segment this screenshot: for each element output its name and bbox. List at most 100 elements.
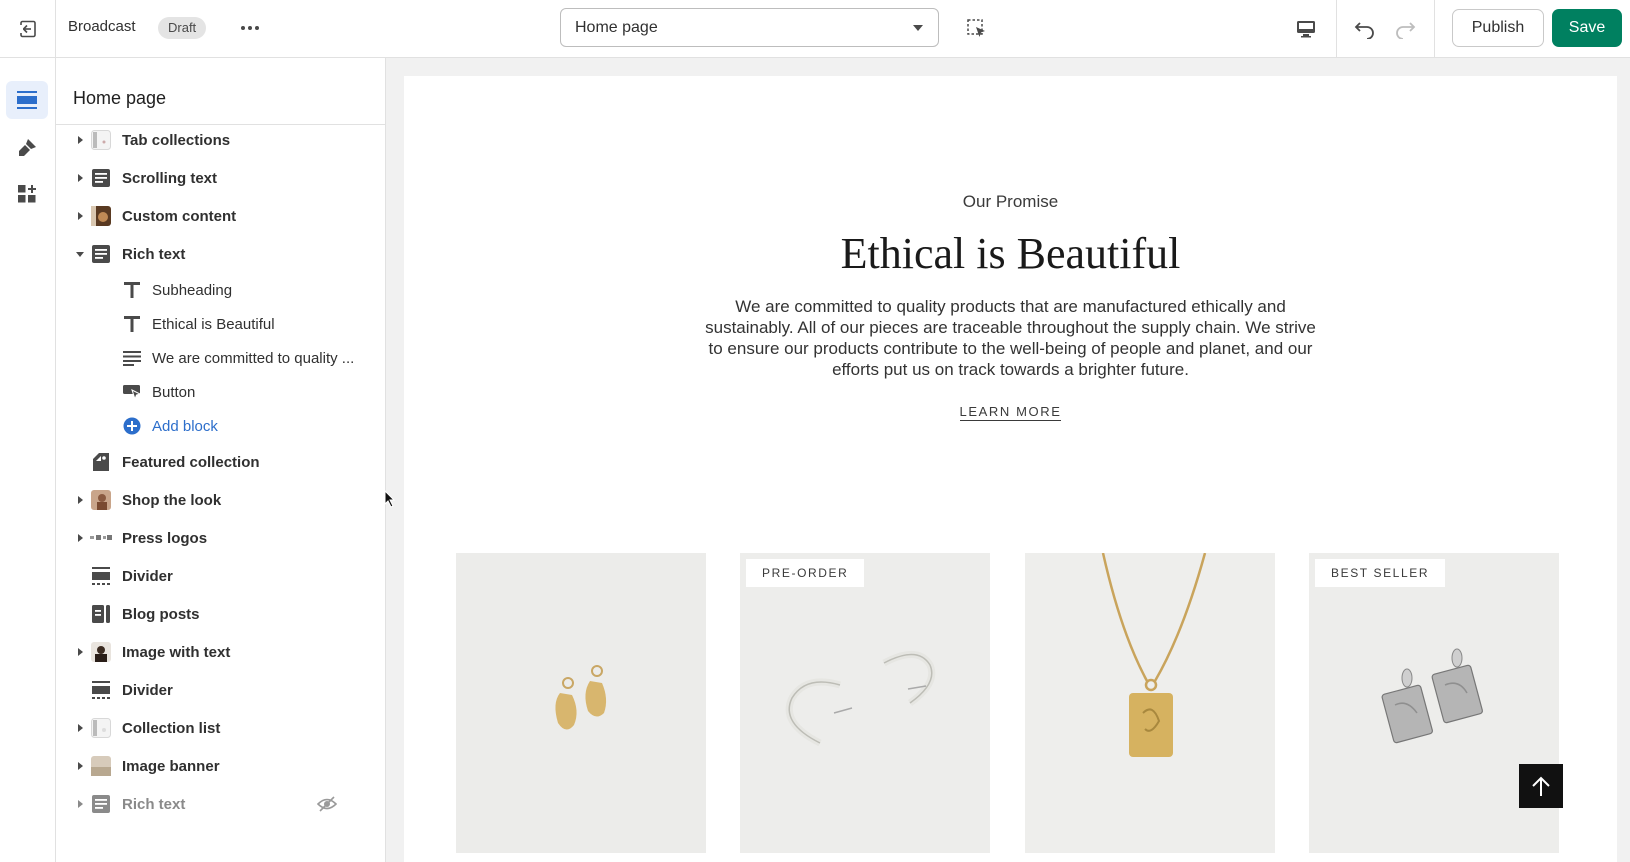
section-rich-text-hidden[interactable]: Rich text [56,787,385,821]
page-selector-value: Home page [575,18,658,36]
thumbnail-image [90,527,112,549]
plus-circle-icon [122,416,142,436]
section-rich-text[interactable]: Rich text [56,237,385,271]
section-label: Collection list [122,719,221,737]
redo-button[interactable] [1390,14,1420,44]
paragraph-icon [122,348,142,368]
status-badge: Draft [158,17,207,39]
desktop-icon [1297,21,1315,38]
section-label: Image banner [122,757,220,775]
thumbnail-image [90,129,112,151]
section-tab-collections[interactable]: Tab collections [56,123,385,157]
text-section-icon [90,243,112,265]
caret-right-icon[interactable] [74,798,86,810]
save-button[interactable]: Save [1552,9,1622,47]
block-text[interactable]: We are committed to quality ... [56,341,385,375]
caret-down-icon [913,24,923,31]
product-card[interactable] [456,553,706,853]
learn-more-button[interactable]: LEARN MORE [959,404,1062,421]
thumbnail-image [90,205,112,227]
section-label: Scrolling text [122,169,218,187]
brush-icon [19,139,36,156]
publish-button[interactable]: Publish [1452,9,1544,47]
product-card[interactable] [1025,553,1275,853]
tag-icon [90,451,112,473]
caret-right-icon[interactable] [74,494,86,506]
type-icon [122,280,142,300]
section-image-with-text[interactable]: Image with text [56,635,385,669]
rich-text-heading: Ethical is Beautiful [840,229,1181,278]
add-block-button[interactable]: Add block [56,409,385,443]
section-label: Divider [122,681,173,699]
section-press-logos[interactable]: Press logos [56,521,385,555]
product-image [456,553,706,853]
block-heading[interactable]: Ethical is Beautiful [56,307,385,341]
block-button[interactable]: Button [56,375,385,409]
learn-more-wrap: LEARN MORE [404,403,1617,421]
more-actions-button[interactable] [236,15,264,41]
product-image [1025,553,1275,853]
theme-settings-tab[interactable] [6,129,48,167]
section-divider[interactable]: Divider [56,673,385,707]
toolbar-divider [1434,0,1435,58]
page-selector[interactable]: Home page [560,8,939,47]
divider-icon [90,565,112,587]
section-custom-content[interactable]: Custom content [56,199,385,233]
sections-tab[interactable] [6,81,48,119]
product-badge: PRE-ORDER [746,559,865,587]
section-featured-collection[interactable]: Featured collection [56,445,385,479]
product-card[interactable]: PRE-ORDER [740,553,990,853]
undo-icon [1354,22,1374,39]
section-shop-the-look[interactable]: Shop the look [56,483,385,517]
caret-right-icon[interactable] [74,722,86,734]
toolbar-divider [1336,0,1337,58]
divider-icon [90,679,112,701]
add-block-label: Add block [152,417,218,435]
section-label: Featured collection [122,453,260,471]
undo-button[interactable] [1350,14,1380,44]
section-label: Press logos [122,529,208,547]
text-section-icon [90,793,112,815]
theme-name: Broadcast [68,18,136,35]
block-subheading[interactable]: Subheading [56,273,385,307]
section-label: Rich text [122,795,186,813]
caret-down-icon[interactable] [74,248,86,260]
sections-sidebar: Home page Tab collections Scrolling text… [56,58,386,862]
text-section-icon [90,167,112,189]
desktop-view-button[interactable] [1292,15,1320,43]
caret-right-icon[interactable] [74,760,86,772]
product-badge: BEST SELLER [1315,559,1446,587]
block-label: Subheading [152,281,233,299]
store-preview: Our Promise Ethical is Beautiful We are … [404,76,1617,862]
eye-hidden-icon[interactable] [316,793,338,815]
rich-text-subheading: Our Promise [962,192,1059,211]
product-card[interactable]: BEST SELLER [1309,553,1559,853]
type-icon [122,314,142,334]
ellipsis-icon [241,26,259,30]
thumbnail-image [90,755,112,777]
top-bar: Broadcast Draft Home page Publish Save [0,0,1630,58]
select-cursor-icon [967,19,985,37]
sections-icon [17,91,37,109]
mouse-cursor [384,489,396,513]
product-image [1309,553,1559,853]
apps-tab[interactable] [6,175,48,213]
caret-right-icon[interactable] [74,646,86,658]
exit-editor-button[interactable] [0,0,56,58]
inspector-toggle-button[interactable] [963,15,991,43]
thumbnail-image [90,489,112,511]
button-icon [122,382,142,402]
section-blog-posts[interactable]: Blog posts [56,597,385,631]
sidebar-title: Home page [73,88,167,108]
section-divider[interactable]: Divider [56,559,385,593]
section-collection-list[interactable]: Collection list [56,711,385,745]
caret-right-icon[interactable] [74,210,86,222]
caret-right-icon[interactable] [74,532,86,544]
rich-text-body: We are committed to quality products tha… [705,297,1316,379]
caret-right-icon[interactable] [74,134,86,146]
caret-right-icon[interactable] [74,172,86,184]
section-image-banner[interactable]: Image banner [56,749,385,783]
scroll-to-top-button[interactable] [1519,764,1563,808]
section-label: Rich text [122,245,186,263]
section-scrolling-text[interactable]: Scrolling text [56,161,385,195]
